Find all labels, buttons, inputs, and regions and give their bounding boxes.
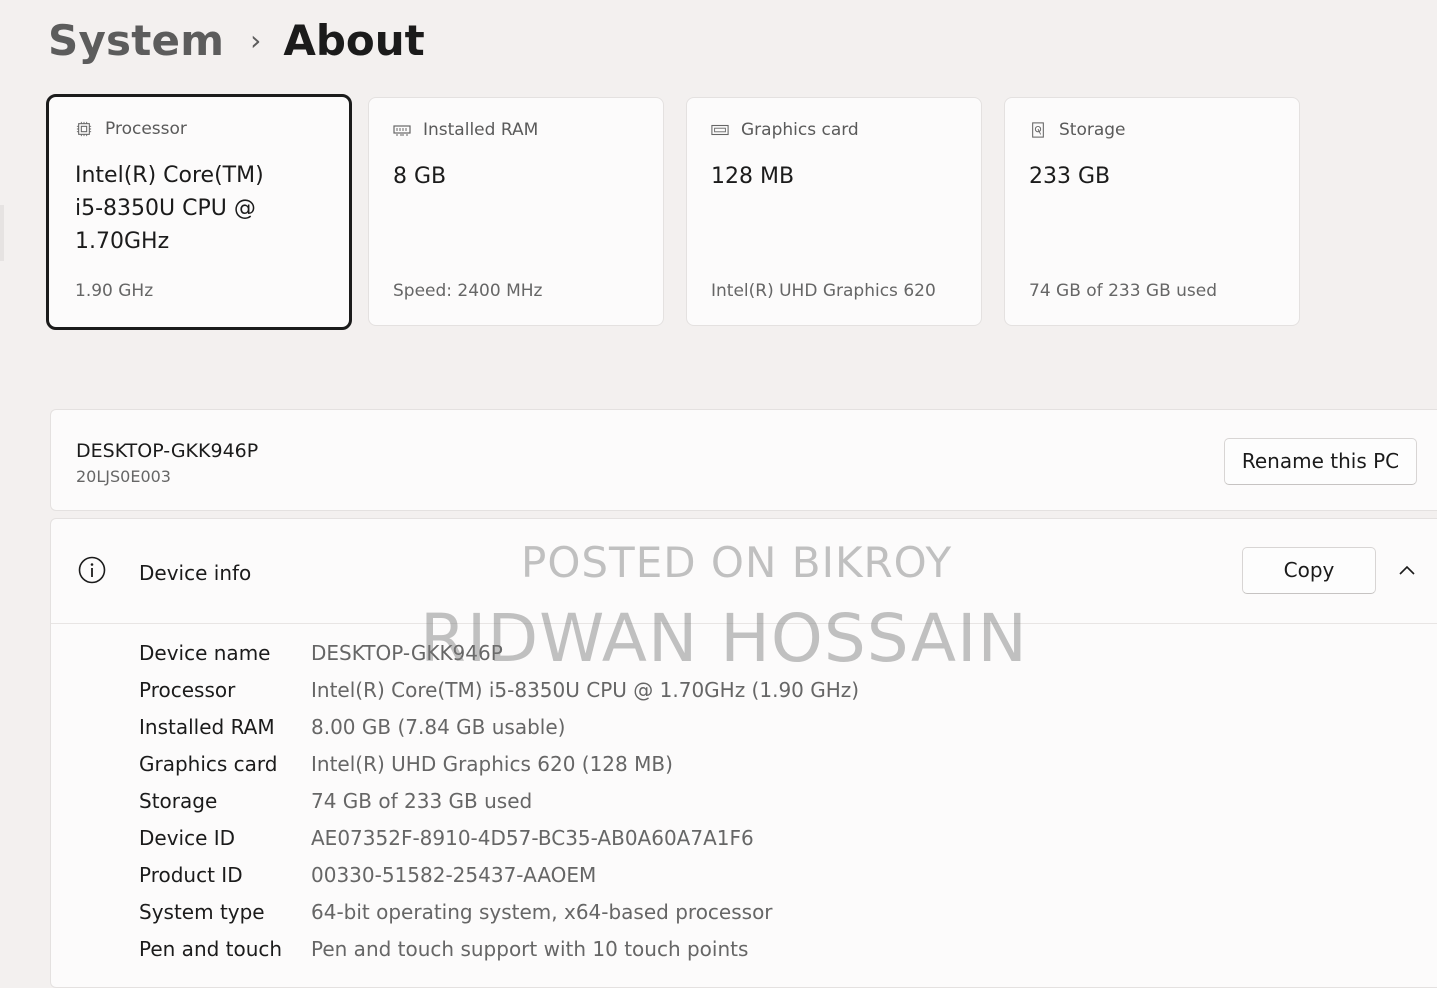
spec-value: Intel(R) Core(TM) i5-8350U CPU @ 1.70GHz… — [311, 678, 860, 702]
page-title: About — [283, 16, 425, 65]
spec-value: 64-bit operating system, x64-based proce… — [311, 900, 773, 924]
spec-value: AE07352F-8910-4D57-BC35-AB0A60A7A1F6 — [311, 826, 754, 850]
spec-row: Pen and touch Pen and touch support with… — [139, 934, 748, 964]
card-label: Storage — [1059, 120, 1126, 140]
device-info-header[interactable]: Device info Copy — [51, 519, 1437, 624]
spec-label: Device name — [139, 641, 271, 665]
copy-button[interactable]: Copy — [1242, 547, 1376, 594]
card-sub: Intel(R) UHD Graphics 620 — [711, 281, 936, 301]
breadcrumb-system[interactable]: System — [48, 16, 224, 65]
card-sub: 74 GB of 233 GB used — [1029, 281, 1218, 301]
processor-card[interactable]: Processor Intel(R) Core(TM) i5-8350U CPU… — [46, 94, 352, 330]
pc-name: DESKTOP-GKK946P — [76, 440, 259, 462]
spec-label: Pen and touch — [139, 937, 283, 961]
card-value: Intel(R) Core(TM) i5-8350U CPU @ 1.70GHz — [75, 163, 264, 254]
pc-model: 20LJS0E003 — [76, 467, 171, 486]
spec-value: 74 GB of 233 GB used — [311, 789, 533, 813]
spec-row: Processor Intel(R) Core(TM) i5-8350U CPU… — [139, 675, 859, 705]
storage-card[interactable]: Storage 233 GB 74 GB of 233 GB used — [1004, 97, 1300, 326]
breadcrumb: System › About — [48, 16, 425, 65]
spec-label: Storage — [139, 789, 218, 813]
spec-value: 8.00 GB (7.84 GB usable) — [311, 715, 566, 739]
processor-icon — [76, 121, 92, 137]
device-info-panel: Device info Copy Device name DESKTOP-GKK… — [50, 518, 1437, 988]
spec-row: System type 64-bit operating system, x64… — [139, 897, 773, 927]
chevron-up-icon[interactable] — [1396, 559, 1418, 581]
spec-row: Device name DESKTOP-GKK946P — [139, 638, 503, 668]
spec-value: Intel(R) UHD Graphics 620 (128 MB) — [311, 752, 673, 776]
spec-row: Installed RAM 8.00 GB (7.84 GB usable) — [139, 712, 565, 742]
graphics-card-icon — [711, 124, 729, 136]
ram-icon — [393, 125, 411, 136]
storage-icon — [1032, 122, 1044, 138]
spec-row: Storage 74 GB of 233 GB used — [139, 786, 532, 816]
card-label: Installed RAM — [423, 120, 539, 140]
device-info-title: Device info — [139, 561, 252, 585]
card-value: 8 GB — [393, 164, 447, 189]
spec-label: Product ID — [139, 863, 243, 887]
spec-row: Product ID 00330-51582-25437-AAOEM — [139, 860, 596, 890]
chevron-right-icon: › — [250, 24, 262, 57]
spec-label: Graphics card — [139, 752, 278, 776]
spec-label: Processor — [139, 678, 236, 702]
card-label: Processor — [105, 119, 187, 139]
spec-row: Device ID AE07352F-8910-4D57-BC35-AB0A60… — [139, 823, 754, 853]
info-icon — [78, 556, 106, 584]
card-value: 128 MB — [711, 164, 795, 189]
spec-value: DESKTOP-GKK946P — [311, 641, 503, 665]
spec-value: Pen and touch support with 10 touch poin… — [311, 937, 749, 961]
spec-row: Graphics card Intel(R) UHD Graphics 620 … — [139, 749, 673, 779]
card-label: Graphics card — [741, 120, 859, 140]
rename-pc-button[interactable]: Rename this PC — [1224, 438, 1417, 485]
spec-label: Installed RAM — [139, 715, 275, 739]
spec-value: 00330-51582-25437-AAOEM — [311, 863, 597, 887]
scroll-edge — [0, 205, 4, 261]
card-sub: Speed: 2400 MHz — [393, 281, 543, 301]
ram-card[interactable]: Installed RAM 8 GB Speed: 2400 MHz — [368, 97, 664, 326]
pc-name-panel: DESKTOP-GKK946P 20LJS0E003 Rename this P… — [50, 409, 1437, 511]
card-sub: 1.90 GHz — [75, 281, 154, 301]
spec-label: System type — [139, 900, 265, 924]
graphics-card[interactable]: Graphics card 128 MB Intel(R) UHD Graphi… — [686, 97, 982, 326]
spec-label: Device ID — [139, 826, 236, 850]
card-value: 233 GB — [1029, 164, 1111, 189]
